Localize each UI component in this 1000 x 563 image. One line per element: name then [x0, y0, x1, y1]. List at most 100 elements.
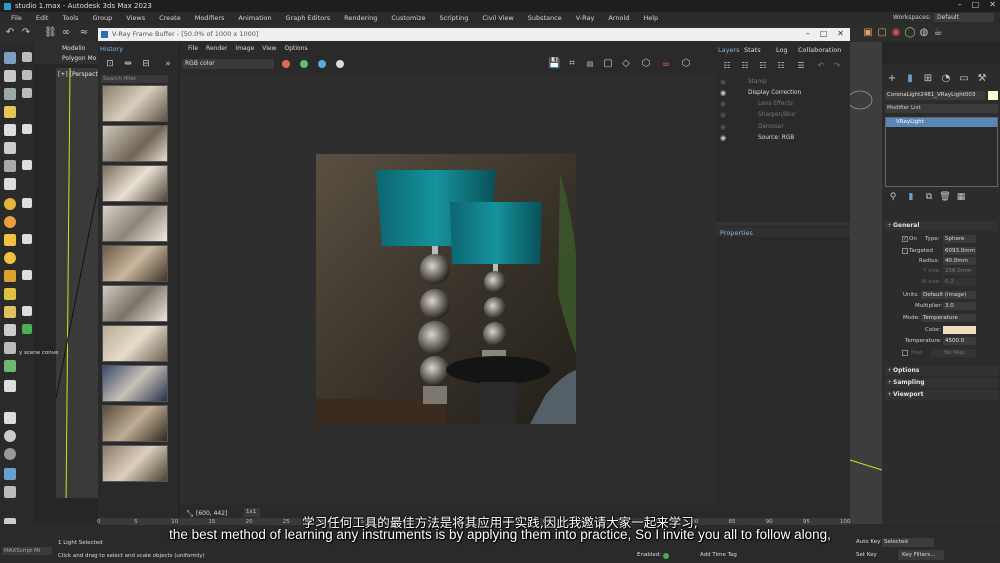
- tab-stats[interactable]: Stats: [744, 46, 761, 54]
- object-name-field[interactable]: CoronaLight2481_VRayLight003: [885, 91, 985, 100]
- vray-light-icon[interactable]: [4, 234, 16, 246]
- layer-row-display-correction[interactable]: ◉ Display Correction: [716, 88, 848, 99]
- layer-row-stamp[interactable]: ◉ Stamp: [716, 77, 848, 88]
- material-icon[interactable]: [4, 430, 16, 442]
- close-icon[interactable]: ✕: [989, 0, 996, 9]
- proxy-icon[interactable]: [4, 324, 16, 336]
- layer-save-icon[interactable]: ☷: [739, 60, 751, 72]
- radius-value[interactable]: 40.0mm: [943, 257, 976, 265]
- hierarchy-tab-icon[interactable]: ⊞: [922, 73, 934, 85]
- render-frame-icon[interactable]: ▢: [876, 27, 888, 39]
- layer-load-icon[interactable]: ☷: [757, 60, 769, 72]
- layer-explorer-icon[interactable]: [4, 142, 16, 154]
- alpha-channel-icon[interactable]: [336, 60, 344, 68]
- layer-list-icon[interactable]: ☰: [795, 60, 807, 72]
- scene-explorer-icon[interactable]: [4, 124, 16, 136]
- vfb-canvas[interactable]: [180, 74, 715, 504]
- tab-layers[interactable]: Layers: [718, 46, 740, 54]
- layer-reset-icon[interactable]: ☷: [775, 60, 787, 72]
- snap-icon[interactable]: [22, 160, 32, 170]
- eye-icon[interactable]: ◉: [720, 133, 726, 144]
- render-teapot-icon[interactable]: ☕: [660, 58, 672, 70]
- region-render-icon[interactable]: ⌗: [566, 58, 578, 70]
- pin-stack-icon[interactable]: ⚲: [887, 191, 899, 203]
- workspace-dropdown[interactable]: Default: [934, 13, 994, 22]
- bind-spacewarp-icon[interactable]: ≈: [78, 27, 90, 39]
- maxscript-listener[interactable]: MAXScript Mi: [2, 547, 52, 555]
- light-bulb-icon[interactable]: [4, 106, 16, 118]
- layer-row-sharpen-blur[interactable]: ◉ Sharpen/Blur: [716, 110, 848, 121]
- make-unique-icon[interactable]: ⧉: [923, 191, 935, 203]
- rollout-viewport[interactable]: Viewport: [885, 390, 998, 400]
- menu-edit[interactable]: Edit: [29, 14, 56, 22]
- link-icon[interactable]: ⛓: [44, 27, 57, 39]
- type-dropdown[interactable]: Sphere: [943, 235, 976, 243]
- menu-modifiers[interactable]: Modifiers: [188, 14, 232, 22]
- rollout-general[interactable]: General: [885, 221, 998, 231]
- utilities-tab-icon[interactable]: ⚒: [976, 73, 988, 85]
- targeted-checkbox[interactable]: [902, 248, 908, 254]
- key-filters-button[interactable]: Key Filters...: [898, 550, 944, 560]
- create-geometry-icon[interactable]: [4, 70, 16, 82]
- menu-vray[interactable]: V-Ray: [569, 14, 602, 22]
- vfb-menu-view[interactable]: View: [258, 45, 280, 52]
- minimize-icon[interactable]: –: [958, 0, 962, 9]
- rollout-sampling[interactable]: Sampling: [885, 378, 998, 388]
- plane-icon[interactable]: [4, 360, 16, 372]
- sphere-icon[interactable]: [4, 380, 16, 392]
- sun-icon[interactable]: [4, 198, 16, 210]
- vfb-maximize-icon[interactable]: □: [820, 29, 828, 38]
- redo-icon[interactable]: ↷: [20, 27, 32, 39]
- menu-civil-view[interactable]: Civil View: [475, 14, 520, 22]
- cursor-track-icon[interactable]: ◇: [620, 58, 632, 70]
- unlink-icon[interactable]: ∞: [60, 27, 72, 39]
- layer-row-source-rgb[interactable]: ◉ Source: RGB: [716, 133, 848, 144]
- layer-row-lens-effects[interactable]: ◉ Lens Effects: [716, 99, 848, 110]
- menu-animation[interactable]: Animation: [231, 14, 278, 22]
- undo-icon[interactable]: ↶: [4, 27, 16, 39]
- vfb-menu-file[interactable]: File: [184, 45, 202, 52]
- menu-scripting[interactable]: Scripting: [433, 14, 476, 22]
- eye-icon[interactable]: ◉: [720, 110, 726, 121]
- channel-dropdown[interactable]: RGB color: [182, 59, 274, 69]
- eye-icon[interactable]: ◉: [720, 99, 726, 110]
- red-channel-icon[interactable]: [282, 60, 290, 68]
- show-end-result-icon[interactable]: ▮: [905, 191, 917, 203]
- lut-icon[interactable]: ▤: [584, 58, 596, 70]
- vfb-minimize-icon[interactable]: –: [806, 29, 810, 38]
- ies-light-icon[interactable]: [4, 252, 16, 264]
- fur-icon[interactable]: [4, 342, 16, 354]
- menu-views[interactable]: Views: [119, 14, 152, 22]
- add-time-tag[interactable]: Add Time Tag: [700, 552, 737, 558]
- eye-icon[interactable]: ◉: [720, 88, 726, 99]
- render-iterative-icon[interactable]: ◍: [918, 27, 930, 39]
- save-image-icon[interactable]: 💾: [548, 58, 560, 70]
- layer-icon[interactable]: [22, 306, 32, 316]
- history-load-icon[interactable]: ⊟: [140, 58, 152, 70]
- vfb-menu-image[interactable]: Image: [231, 45, 258, 52]
- perspective-viewport[interactable]: [55, 67, 99, 509]
- history-thumbnail[interactable]: [102, 285, 168, 322]
- history-thumbnail[interactable]: [102, 245, 168, 282]
- mirror-icon[interactable]: [22, 198, 32, 208]
- menu-arnold[interactable]: Arnold: [601, 14, 636, 22]
- on-checkbox[interactable]: ✓: [902, 236, 908, 242]
- rollout-options[interactable]: Options: [885, 366, 998, 376]
- render-active-icon[interactable]: ◯: [904, 27, 916, 39]
- layer-undo-icon[interactable]: ↶: [815, 60, 827, 72]
- vfb-menu-options[interactable]: Options: [280, 45, 311, 52]
- omni-light-icon[interactable]: [4, 306, 16, 318]
- modifier-list-dropdown[interactable]: Modifier List: [885, 104, 998, 113]
- history-search-input[interactable]: Search filter: [101, 75, 168, 83]
- menu-help[interactable]: Help: [636, 14, 665, 22]
- vfb-menu-render[interactable]: Render: [202, 45, 231, 52]
- menu-group[interactable]: Group: [86, 14, 120, 22]
- targeted-value[interactable]: 6093.0mm: [943, 247, 976, 255]
- eye-icon[interactable]: ◉: [720, 77, 726, 88]
- select-object-icon[interactable]: [4, 52, 16, 64]
- multiplier-value[interactable]: 3.0: [943, 302, 976, 310]
- lock-region-icon[interactable]: ⬡: [640, 58, 652, 70]
- material-editor-icon[interactable]: [4, 468, 16, 480]
- history-compare-icon[interactable]: ⇹: [122, 58, 134, 70]
- create-camera-icon[interactable]: [4, 88, 16, 100]
